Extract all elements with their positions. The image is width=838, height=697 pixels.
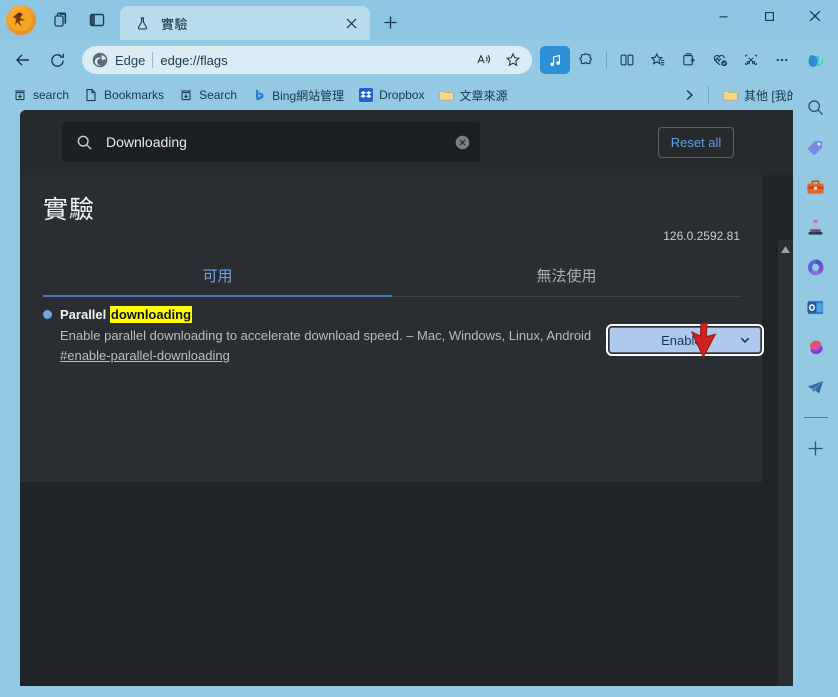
flags-body: 實驗 126.0.2592.81 可用 無法使用 Parallel downlo… (20, 175, 793, 686)
settings-more-button[interactable] (767, 46, 797, 74)
folder-icon (723, 87, 739, 103)
browser-layout-icon[interactable] (80, 4, 114, 36)
title-bar: 實驗 (0, 0, 838, 40)
navigation-toolbar: Edge edge://flags (0, 40, 838, 80)
flags-card: 實驗 126.0.2592.81 可用 無法使用 Parallel downlo… (20, 175, 764, 482)
page-title: 實驗 (43, 196, 96, 224)
sidebar-designer[interactable] (799, 330, 833, 364)
tab-available[interactable]: 可用 (43, 255, 392, 297)
sidebar-tools[interactable] (799, 170, 833, 204)
scroll-up-arrow-icon[interactable] (778, 242, 793, 256)
page-icon (83, 87, 99, 103)
bookmark-label: Search (199, 88, 238, 102)
refresh-button[interactable] (40, 45, 74, 75)
bookmarks-divider (707, 86, 709, 104)
bookmark-label: Dropbox (379, 88, 425, 102)
flag-status-dot (43, 310, 52, 319)
address-bar[interactable]: Edge edge://flags (82, 46, 532, 74)
toolbar-divider (606, 51, 607, 69)
bookmark-label: Bookmarks (104, 88, 165, 102)
tab-close-icon[interactable] (340, 12, 362, 34)
extensions-button[interactable] (571, 46, 601, 74)
bookmark-item[interactable]: Bing網站管理 (245, 84, 350, 107)
flag-state-select[interactable]: Enabled (606, 324, 764, 356)
tab-unavailable[interactable]: 無法使用 (392, 255, 741, 296)
bookmark-site-icon (12, 87, 28, 103)
folder-icon (438, 87, 454, 103)
read-aloud-icon[interactable] (473, 49, 495, 71)
flag-state-value: Enabled (661, 332, 709, 348)
media-player-button[interactable] (540, 46, 570, 74)
back-button[interactable] (6, 45, 40, 75)
tab-search-icon[interactable] (44, 4, 78, 36)
sidebar-divider (803, 417, 828, 418)
minimize-button[interactable] (700, 0, 746, 32)
sidebar-search[interactable] (799, 90, 833, 124)
maximize-button[interactable] (746, 0, 792, 32)
profile-avatar-icon[interactable] (6, 5, 36, 35)
close-button[interactable] (792, 0, 838, 32)
dropbox-icon (358, 87, 374, 103)
bookmark-item[interactable]: 文章來源 (432, 84, 513, 107)
browser-window: 實驗 Edge edge://flags search Bookmarks Se… (0, 0, 838, 697)
flag-entry: Parallel downloading Enable parallel dow… (43, 306, 764, 365)
omnibox-divider (152, 52, 154, 68)
window-controls (700, 0, 838, 40)
bookmarks-overflow-chevron-icon[interactable] (678, 84, 700, 106)
omnibox-brand-label: Edge (115, 52, 146, 68)
browser-tab[interactable]: 實驗 (120, 6, 370, 40)
chevron-down-icon (739, 334, 751, 346)
bookmark-label: search (33, 88, 70, 102)
bookmark-item[interactable]: search (6, 84, 75, 106)
flag-name: Parallel downloading (60, 306, 193, 323)
version-label: 126.0.2592.81 (663, 229, 740, 243)
star-icon[interactable] (502, 49, 524, 71)
sidebar-customize-add[interactable] (799, 431, 833, 465)
sidebar-microsoft365[interactable] (799, 250, 833, 284)
search-input[interactable]: Downloading (62, 122, 480, 162)
bookmarks-bar: search Bookmarks Search Bing網站管理 Dropbox… (0, 80, 838, 110)
edge-sidebar (793, 80, 838, 697)
reset-all-button[interactable]: Reset all (658, 127, 734, 158)
bookmark-site-icon (178, 87, 194, 103)
flags-page: Downloading Reset all 實驗 126.0.2592.81 可… (20, 110, 793, 686)
tabstrip-left-controls (0, 0, 114, 40)
sidebar-shopping[interactable] (799, 130, 833, 164)
omnibox-url-text[interactable]: edge://flags (160, 53, 466, 68)
page-scrollbar[interactable] (778, 240, 793, 686)
split-screen-button[interactable] (612, 46, 642, 74)
favorites-button[interactable] (643, 46, 673, 74)
bookmark-item[interactable]: Bookmarks (77, 84, 170, 106)
collections-button[interactable] (674, 46, 704, 74)
sidebar-telegram[interactable] (799, 370, 833, 404)
clear-circle-icon[interactable] (452, 132, 472, 152)
new-tab-button[interactable] (374, 6, 406, 38)
flags-topbar: Downloading Reset all (20, 110, 793, 175)
search-icon (76, 133, 94, 151)
browser-essentials-button[interactable] (705, 46, 735, 74)
flask-icon (134, 15, 151, 32)
bookmark-item[interactable]: Search (172, 84, 243, 106)
sidebar-outlook[interactable] (799, 290, 833, 324)
flag-name-row: Parallel downloading (43, 306, 743, 323)
bookmark-item[interactable]: Dropbox (352, 84, 430, 106)
screenshot-button[interactable] (736, 46, 766, 74)
tab-title: 實驗 (161, 16, 189, 32)
flag-id-link[interactable]: #enable-parallel-downloading (60, 348, 230, 363)
search-input-value: Downloading (106, 134, 187, 150)
flag-name-highlight: downloading (109, 306, 193, 323)
bookmark-label: Bing網站管理 (272, 88, 345, 103)
copilot-icon[interactable] (798, 45, 832, 75)
edge-logo-icon (92, 52, 108, 68)
bookmark-label: 文章來源 (459, 88, 508, 103)
flag-name-prefix: Parallel (60, 307, 107, 322)
sidebar-games[interactable] (799, 210, 833, 244)
bing-icon (251, 87, 267, 103)
toolbar-actions (540, 45, 832, 75)
flags-tabs: 可用 無法使用 (43, 255, 741, 297)
flag-select-wrap: Enabled (606, 324, 764, 356)
